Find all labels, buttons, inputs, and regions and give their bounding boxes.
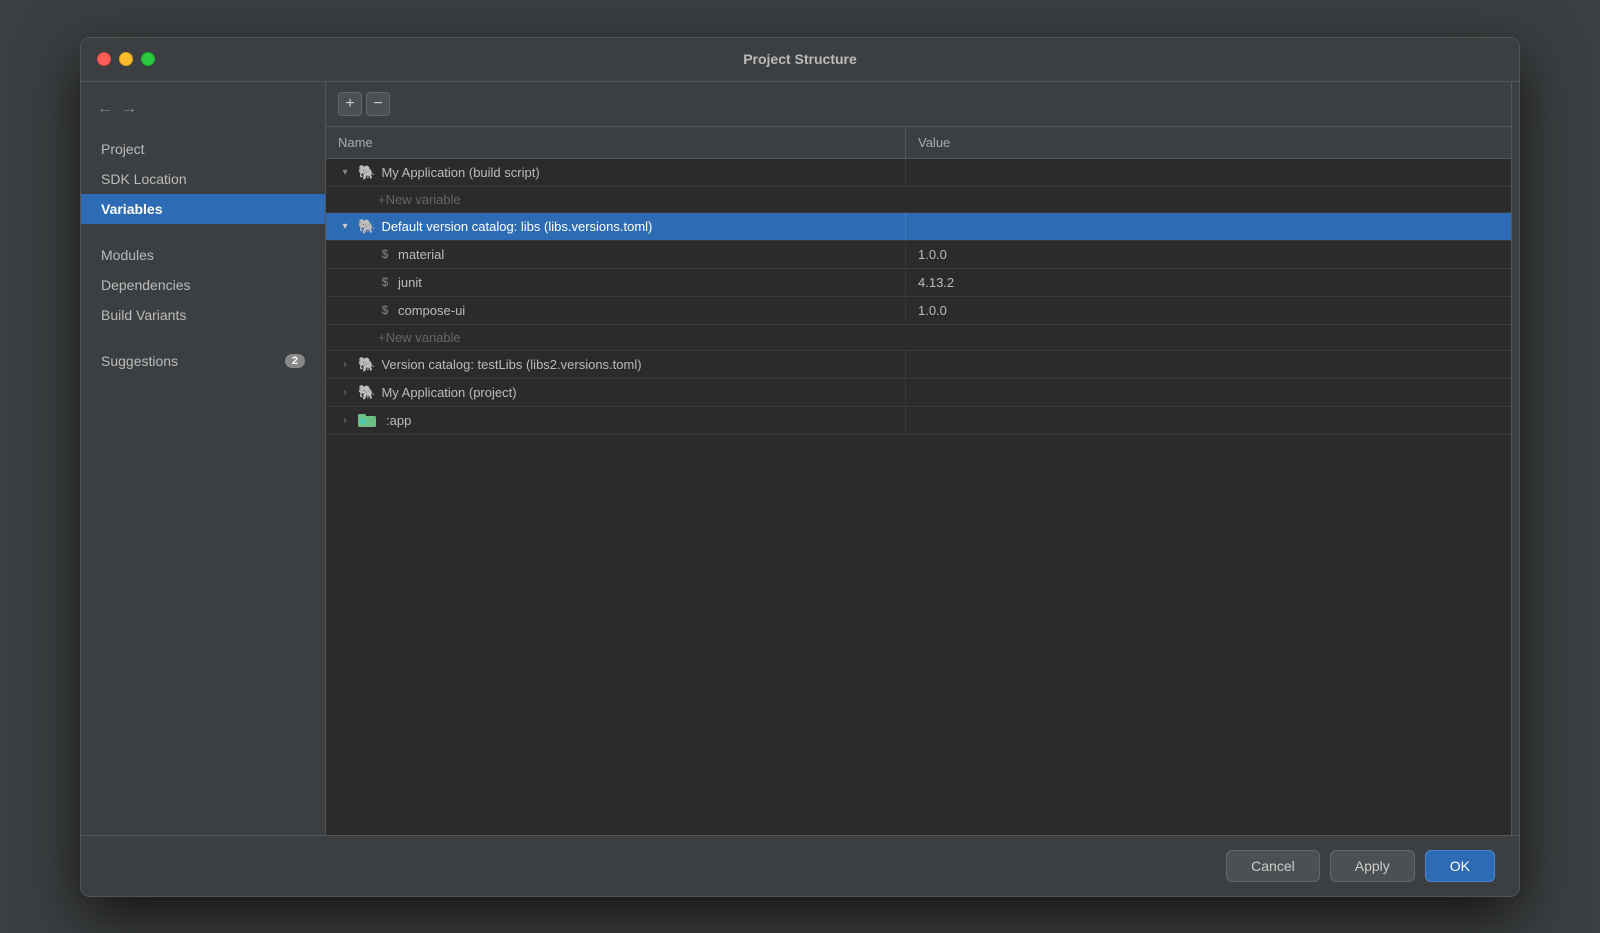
row-name-cell: › 🐘 My Application (project) xyxy=(326,379,906,406)
back-button[interactable]: ← xyxy=(97,100,113,118)
table-row[interactable]: $ compose-ui 1.0.0 xyxy=(326,297,1511,325)
row-name-cell: $ compose-ui xyxy=(326,298,906,323)
row-value-cell xyxy=(906,415,1511,425)
row-value-cell: 1.0.0 xyxy=(906,298,1511,323)
col-header-value: Value xyxy=(906,127,1511,158)
elephant-icon: 🐘 xyxy=(358,356,375,373)
new-variable-row[interactable]: +New variable xyxy=(326,187,1511,213)
sidebar-item-suggestions[interactable]: Suggestions 2 xyxy=(81,346,325,376)
maximize-button[interactable] xyxy=(141,52,155,66)
variable-icon: $ xyxy=(378,275,392,289)
table-row[interactable]: ▾ 🐘 My Application (build script) xyxy=(326,159,1511,187)
table-row[interactable]: ▾ 🐘 Default version catalog: libs (libs.… xyxy=(326,213,1511,241)
variables-table: Name Value ▾ 🐘 My Application (build scr… xyxy=(326,127,1511,835)
table-row[interactable]: › 🐘 My Application (project) xyxy=(326,379,1511,407)
chevron-right-icon: › xyxy=(338,415,352,426)
sidebar-item-modules[interactable]: Modules xyxy=(81,240,325,270)
row-name-cell: › :app xyxy=(326,408,906,433)
row-name-cell: ▾ 🐘 Default version catalog: libs (libs.… xyxy=(326,213,906,240)
apply-button[interactable]: Apply xyxy=(1330,850,1415,882)
folder-icon xyxy=(358,413,376,427)
chevron-down-icon: ▾ xyxy=(338,167,352,178)
suggestions-badge: 2 xyxy=(285,354,305,368)
ok-button[interactable]: OK xyxy=(1425,850,1495,882)
elephant-icon: 🐘 xyxy=(358,384,375,401)
sidebar-item-dependencies[interactable]: Dependencies xyxy=(81,270,325,300)
remove-variable-button[interactable]: − xyxy=(366,92,390,116)
table-header: Name Value xyxy=(326,127,1511,159)
chevron-right-icon: › xyxy=(338,359,352,370)
row-value-cell: 1.0.0 xyxy=(906,242,1511,267)
variable-icon: $ xyxy=(378,247,392,261)
window-title: Project Structure xyxy=(743,51,857,67)
sidebar-item-project[interactable]: Project xyxy=(81,134,325,164)
traffic-lights xyxy=(97,52,155,66)
footer: Cancel Apply OK xyxy=(81,835,1519,896)
row-value-cell xyxy=(906,359,1511,369)
scrollbar-track[interactable] xyxy=(1511,82,1519,835)
chevron-right-icon: › xyxy=(338,387,352,398)
elephant-icon: 🐘 xyxy=(358,164,375,181)
sidebar-item-build-variants[interactable]: Build Variants xyxy=(81,300,325,330)
sidebar: ← → Project SDK Location Variables Modul… xyxy=(81,82,326,835)
close-button[interactable] xyxy=(97,52,111,66)
project-structure-dialog: Project Structure ← → Project SDK Locati… xyxy=(80,37,1520,897)
nav-arrows: ← → xyxy=(81,92,325,134)
main-content: + − Name Value ▾ 🐘 My Application (build… xyxy=(326,82,1511,835)
table-row[interactable]: › 🐘 Version catalog: testLibs (libs2.ver… xyxy=(326,351,1511,379)
row-name-cell: ▾ 🐘 My Application (build script) xyxy=(326,159,906,186)
col-header-name: Name xyxy=(326,127,906,158)
toolbar: + − xyxy=(326,82,1511,127)
add-new-variable-catalog[interactable]: +New variable xyxy=(378,330,461,345)
sidebar-item-sdk-location[interactable]: SDK Location xyxy=(81,164,325,194)
table-row[interactable]: › :app xyxy=(326,407,1511,435)
forward-button[interactable]: → xyxy=(121,100,137,118)
minimize-button[interactable] xyxy=(119,52,133,66)
titlebar: Project Structure xyxy=(81,38,1519,82)
cancel-button[interactable]: Cancel xyxy=(1226,850,1320,882)
row-value-cell xyxy=(906,221,1511,231)
row-value-cell xyxy=(906,387,1511,397)
table-row[interactable]: $ junit 4.13.2 xyxy=(326,269,1511,297)
add-variable-button[interactable]: + xyxy=(338,92,362,116)
dialog-body: ← → Project SDK Location Variables Modul… xyxy=(81,82,1519,835)
variable-icon: $ xyxy=(378,303,392,317)
chevron-down-icon: ▾ xyxy=(338,221,352,232)
row-value-cell xyxy=(906,167,1511,177)
table-row[interactable]: $ material 1.0.0 xyxy=(326,241,1511,269)
add-new-variable-build[interactable]: +New variable xyxy=(378,192,461,207)
sidebar-item-variables[interactable]: Variables xyxy=(81,194,325,224)
row-name-cell: $ junit xyxy=(326,270,906,295)
row-value-cell: 4.13.2 xyxy=(906,270,1511,295)
row-name-cell: › 🐘 Version catalog: testLibs (libs2.ver… xyxy=(326,351,906,378)
row-name-cell: $ material xyxy=(326,242,906,267)
elephant-icon: 🐘 xyxy=(358,218,375,235)
new-variable-row[interactable]: +New variable xyxy=(326,325,1511,351)
